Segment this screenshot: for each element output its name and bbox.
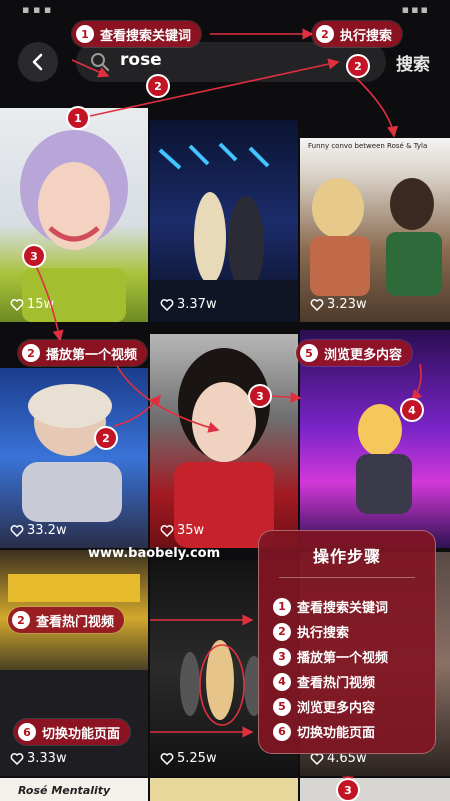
step-badge: 2 [348,56,368,76]
search-input[interactable]: rose [76,42,386,82]
like-count: 3.23w [310,297,367,312]
step-badge: 2 [96,428,116,448]
step-badge: 2 [148,76,168,96]
result-video-2[interactable]: 3.37w [150,120,298,322]
step-item: 3 播放第一个视频 [273,647,388,666]
steps-divider [279,577,415,578]
search-button[interactable]: 搜索 [396,50,430,75]
annotation-execute-search: 2 执行搜索 [312,21,403,47]
step-item: 1 查看搜索关键词 [273,597,388,616]
video-thumbnail [150,142,298,322]
heart-icon [310,298,324,311]
watermark: www.baobely.com [88,546,221,561]
like-count: 15w [10,297,54,312]
heart-icon [160,752,174,765]
video-thumbnail [310,178,442,296]
step-item: 5 浏览更多内容 [273,697,375,716]
annotation-view-keyword: 1 查看搜索关键词 [72,21,202,47]
step-item: 6 切换功能页面 [273,722,375,741]
annotation-view-hot-videos: 2 查看热门视频 [8,607,125,633]
search-query: rose [120,50,162,70]
result-video-3[interactable]: Funny convo between Rosé & Tyla 3.23w [300,138,450,322]
back-button[interactable] [18,42,58,82]
step-badge: 3 [338,780,358,800]
heart-icon [10,298,24,311]
video-thumbnail [174,348,274,548]
like-count: 35w [160,523,204,538]
video-thumbnail [20,130,128,322]
heart-icon [160,298,174,311]
annotation-browse-more: 5 浏览更多内容 [296,340,413,366]
result-video-12[interactable] [300,778,450,801]
heart-icon [160,524,174,537]
result-video-11[interactable] [150,778,298,801]
step-badge: 1 [68,108,88,128]
heart-icon [10,752,24,765]
search-icon [91,53,110,72]
result-video-10[interactable]: Rosé Mentality [0,778,148,801]
video-caption: Rosé Mentality [18,784,111,797]
steps-panel: 操作步骤 1 查看搜索关键词 2 执行搜索 3 播放第一个视频 4 查看热门视频… [258,530,436,754]
step-item: 4 查看热门视频 [273,672,375,691]
step-item: 2 执行搜索 [273,622,349,641]
annotation-switch-page: 6 切换功能页面 [14,719,131,745]
like-count: 5.25w [160,751,217,766]
like-count: 3.33w [10,751,67,766]
annotation-play-first-video: 2 播放第一个视频 [18,340,148,366]
chevron-left-icon [32,53,43,71]
like-count: 33.2w [10,523,67,538]
steps-title: 操作步骤 [312,547,381,566]
status-bar: ▪ ▪ ▪ ▪▪▪ [0,0,450,22]
heart-icon [10,524,24,537]
result-video-5[interactable]: 35w [150,334,298,548]
result-video-4[interactable]: 33.2w [0,368,148,548]
step-badge: 3 [24,246,44,266]
step-badge: 3 [250,386,270,406]
like-count: 3.37w [160,297,217,312]
video-thumbnail [22,384,122,522]
status-time: ▪ ▪ ▪ [22,3,52,16]
status-icons: ▪▪▪ [401,3,430,16]
result-video-1[interactable]: 15w [0,108,148,322]
step-badge: 4 [402,400,422,420]
